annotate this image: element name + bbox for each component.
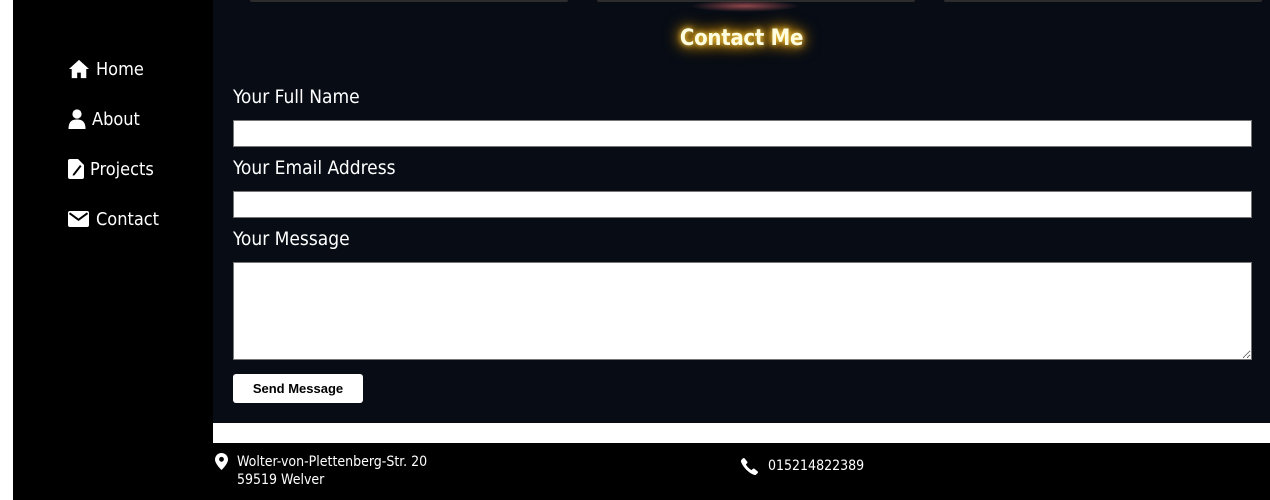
sidebar-item-label: Home	[96, 58, 144, 80]
sidebar-item-label: About	[92, 108, 140, 130]
footer: Wolter-von-Plettenberg-Str. 20 59519 Wel…	[213, 443, 1270, 500]
project-card-edge	[250, 0, 568, 2]
address: Wolter-von-Plettenberg-Str. 20 59519 Wel…	[237, 453, 427, 489]
user-icon	[68, 108, 86, 130]
page-title: Contact Me	[679, 26, 804, 51]
card-glow	[690, 0, 800, 12]
name-label: Your Full Name	[233, 86, 360, 108]
sidebar-item-contact[interactable]: Contact	[68, 205, 159, 233]
envelope-icon	[68, 208, 90, 230]
sidebar-item-home[interactable]: Home	[68, 55, 144, 83]
sidebar: Home About Projects Contact	[13, 0, 213, 500]
phone-icon	[740, 458, 758, 479]
map-marker-icon	[215, 453, 228, 474]
sidebar-item-about[interactable]: About	[68, 105, 140, 133]
address-line: 59519 Welver	[237, 472, 325, 488]
phone-number: 015214822389	[768, 458, 865, 474]
address-line: Wolter-von-Plettenberg-Str. 20	[237, 454, 428, 470]
home-icon	[68, 58, 90, 80]
sidebar-item-projects[interactable]: Projects	[68, 155, 154, 183]
footer-divider	[213, 423, 1270, 443]
message-label: Your Message	[233, 228, 350, 250]
message-field[interactable]	[233, 262, 1252, 360]
email-label: Your Email Address	[233, 157, 396, 179]
sidebar-item-label: Projects	[90, 158, 154, 180]
sidebar-item-label: Contact	[96, 208, 159, 230]
name-field[interactable]	[233, 120, 1252, 147]
project-card-edge	[944, 0, 1262, 2]
email-field[interactable]	[233, 191, 1252, 218]
file-icon	[68, 158, 84, 180]
send-message-button[interactable]: Send Message	[233, 374, 363, 403]
